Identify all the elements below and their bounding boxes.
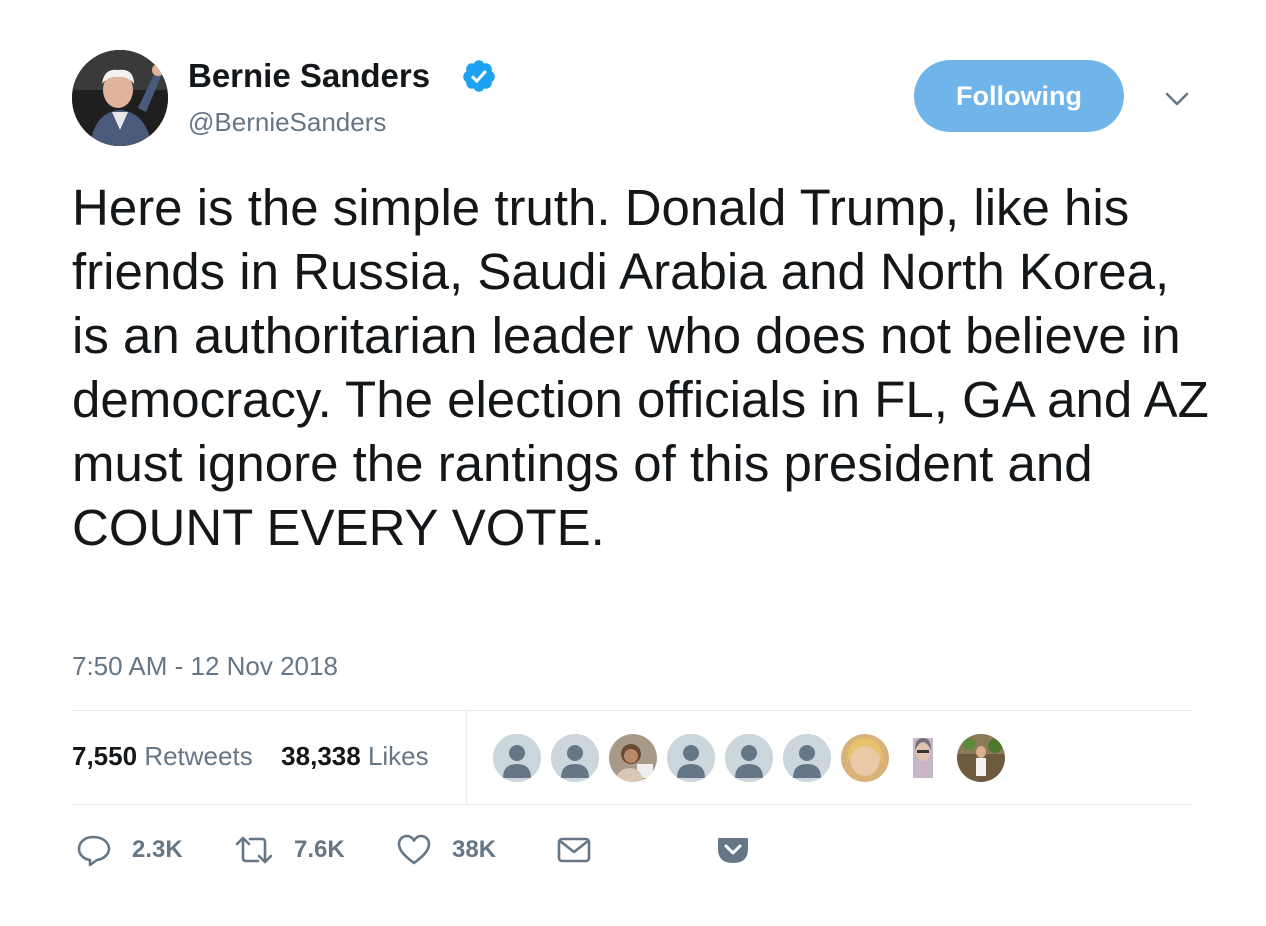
- following-button[interactable]: Following: [914, 60, 1124, 132]
- author-handle[interactable]: @BernieSanders: [188, 104, 386, 140]
- retweets-label: Retweets: [144, 741, 253, 771]
- tweet-stats: 7,550 Retweets 38,338 Likes: [72, 738, 429, 774]
- divider-top: [72, 710, 1192, 711]
- stats-divider: [466, 711, 467, 804]
- liker-avatar[interactable]: [898, 733, 948, 783]
- like-count: 38K: [452, 836, 497, 863]
- liker-avatar[interactable]: [956, 733, 1006, 783]
- likes-stat[interactable]: 38,338 Likes: [281, 741, 428, 771]
- tweet-timestamp[interactable]: 7:50 AM - 12 Nov 2018: [72, 648, 338, 684]
- like-action[interactable]: 38K: [396, 832, 496, 868]
- reply-icon: [77, 835, 111, 867]
- retweets-count: 7,550: [72, 741, 138, 771]
- reply-count: 2.3K: [132, 836, 183, 863]
- retweet-count: 7.6K: [294, 836, 345, 863]
- pocket-icon: [718, 838, 748, 863]
- liker-avatar[interactable]: [492, 733, 542, 783]
- liker-avatar[interactable]: [666, 733, 716, 783]
- verified-badge-icon: [463, 60, 495, 92]
- retweets-stat[interactable]: 7,550 Retweets: [72, 741, 253, 771]
- author-avatar[interactable]: [72, 50, 168, 146]
- envelope-icon: [557, 837, 591, 863]
- liker-avatar[interactable]: [608, 733, 658, 783]
- likes-count: 38,338: [281, 741, 361, 771]
- likes-label: Likes: [367, 741, 429, 771]
- reply-action[interactable]: 2.3K: [76, 832, 183, 868]
- retweet-icon: [235, 836, 273, 864]
- author-name[interactable]: Bernie Sanders: [188, 56, 430, 96]
- liker-avatar[interactable]: [782, 733, 832, 783]
- divider-bottom: [72, 804, 1192, 805]
- tweet-text: Here is the simple truth. Donald Trump, …: [72, 179, 1209, 556]
- retweet-action[interactable]: 7.6K: [234, 832, 345, 868]
- direct-message-action[interactable]: [556, 832, 592, 868]
- liker-avatar[interactable]: [724, 733, 774, 783]
- heart-icon: [397, 834, 431, 865]
- liker-avatar[interactable]: [840, 733, 890, 783]
- liker-avatar[interactable]: [550, 733, 600, 783]
- pocket-action[interactable]: [716, 832, 750, 868]
- chevron-down-icon[interactable]: [1160, 84, 1194, 114]
